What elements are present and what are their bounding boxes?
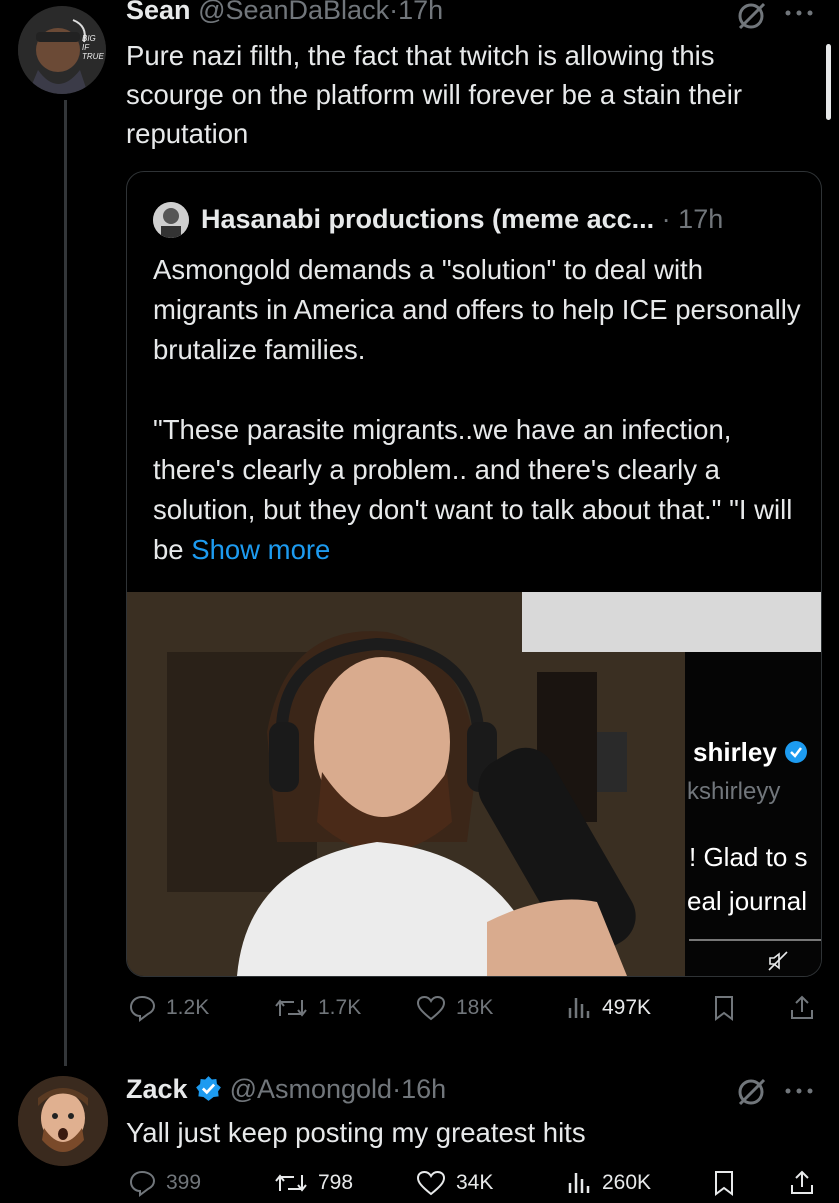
repost-count: 798 xyxy=(318,1171,354,1194)
quoted-timestamp[interactable]: 17h xyxy=(678,204,723,234)
reply-count: 1.2K xyxy=(166,996,210,1019)
bookmark-button[interactable] xyxy=(712,988,736,1028)
share-icon xyxy=(791,1170,813,1194)
quoted-display-name[interactable]: Hasanabi productions (meme acc... xyxy=(201,204,654,234)
share-button[interactable] xyxy=(788,1163,816,1203)
scrollbar-thumb[interactable] xyxy=(826,44,831,120)
time-separator: · xyxy=(389,0,399,25)
user-handle[interactable]: @SeanDaBlack xyxy=(198,0,389,25)
bookmark-icon xyxy=(715,996,733,1021)
like-button[interactable]: 34K xyxy=(416,1163,493,1203)
views-button[interactable]: 260K xyxy=(566,1163,651,1203)
post-timestamp[interactable]: 16h xyxy=(401,1074,446,1104)
repost-icon xyxy=(275,1174,307,1192)
quoted-post-header: Hasanabi productions (meme acc... · 17h xyxy=(201,202,723,236)
reply-icon xyxy=(129,995,156,1022)
post-text: Yall just keep posting my greatest hits xyxy=(126,1117,586,1148)
overlay-line-2: eal journal xyxy=(687,886,807,916)
thread-connector-line xyxy=(64,100,67,1066)
post-header: Zack @Asmongold·16h xyxy=(126,1073,446,1105)
video-progress-track xyxy=(689,939,821,941)
overlay-handle: kshirleyy xyxy=(687,778,781,805)
repost-count: 1.7K xyxy=(318,996,362,1019)
reply-count: 399 xyxy=(166,1171,202,1194)
more-icon[interactable] xyxy=(782,6,816,24)
like-count: 34K xyxy=(456,1171,494,1194)
avatar-sean[interactable]: BIG IF TRUE xyxy=(18,6,106,94)
bookmark-icon xyxy=(715,1171,733,1196)
reply-button[interactable]: 399 xyxy=(128,1163,201,1203)
views-icon xyxy=(568,998,590,1018)
views-count: 260K xyxy=(602,1171,652,1194)
avatar-zack[interactable] xyxy=(18,1076,108,1166)
avatar-hasanabi[interactable] xyxy=(153,202,189,238)
display-name[interactable]: Sean xyxy=(126,0,191,25)
quoted-post[interactable]: Hasanabi productions (meme acc... · 17h … xyxy=(126,171,822,977)
reply-button[interactable]: 1.2K xyxy=(128,988,209,1028)
user-handle[interactable]: @Asmongold xyxy=(230,1074,393,1104)
quoted-time-separator: · xyxy=(661,204,671,234)
like-icon xyxy=(416,1170,446,1196)
like-count: 18K xyxy=(456,996,494,1019)
bookmark-button[interactable] xyxy=(712,1163,736,1203)
overlay-line-1: ! Glad to s xyxy=(689,842,808,872)
views-count: 497K xyxy=(602,996,652,1019)
post-timestamp[interactable]: 17h xyxy=(398,0,443,25)
post-actions: 399 798 34K 260K xyxy=(126,1163,826,1203)
quoted-text-body: Asmongold demands a "solution" to deal w… xyxy=(153,254,801,565)
overlay-name-row: shirley xyxy=(693,737,808,768)
overlay-verified-badge-icon xyxy=(785,741,808,763)
post-actions: 1.2K 1.7K 18K 497K xyxy=(126,988,826,1028)
like-button[interactable]: 18K xyxy=(416,988,493,1028)
avatar-lettering: BIG IF TRUE xyxy=(82,34,104,61)
like-icon xyxy=(416,995,446,1021)
reply-icon xyxy=(129,1170,156,1197)
share-icon xyxy=(791,995,813,1019)
post-text: Pure nazi filth, the fact that twitch is… xyxy=(126,40,742,149)
views-icon xyxy=(568,1173,590,1193)
overlay-name: shirley xyxy=(693,737,777,767)
repost-button[interactable]: 1.7K xyxy=(274,988,361,1028)
post-header: Sean @SeanDaBlack·17h xyxy=(126,0,443,26)
display-name[interactable]: Zack xyxy=(126,1074,188,1104)
quoted-video[interactable]: shirley kshirleyy ! Glad to s eal journa… xyxy=(127,592,821,976)
share-button[interactable] xyxy=(788,988,816,1028)
avatar-zack-image xyxy=(18,1076,108,1166)
grok-icon[interactable] xyxy=(736,0,768,37)
verified-badge-icon[interactable] xyxy=(195,1075,222,1102)
show-more-link[interactable]: Show more xyxy=(191,534,330,565)
grok-icon[interactable] xyxy=(736,1076,768,1113)
more-icon[interactable] xyxy=(782,1084,816,1102)
repost-button[interactable]: 798 xyxy=(274,1163,353,1203)
time-separator: · xyxy=(392,1074,402,1104)
repost-icon xyxy=(275,999,307,1017)
mute-icon[interactable] xyxy=(767,950,789,976)
views-button[interactable]: 497K xyxy=(566,988,651,1028)
quoted-post-text: Asmongold demands a "solution" to deal w… xyxy=(153,250,803,570)
